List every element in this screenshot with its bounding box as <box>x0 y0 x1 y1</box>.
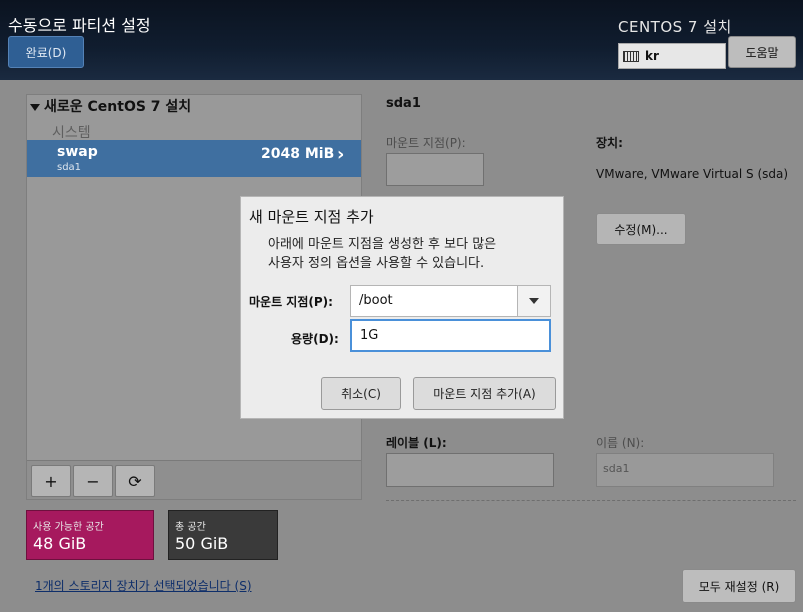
dialog-description: 아래에 마운트 지점을 생성한 후 보다 많은 사용자 정의 옵션을 사용할 수… <box>268 235 496 273</box>
mount-point-field[interactable] <box>386 153 484 186</box>
reset-all-button[interactable]: 모두 재설정 (R) <box>682 569 796 603</box>
label-field-label: 레이블 (L): <box>386 436 447 450</box>
install-title: CENTOS 7 설치 <box>618 18 732 36</box>
remove-mount-point-button[interactable]: − <box>73 465 113 497</box>
partition-title: sda1 <box>386 96 421 111</box>
dialog-mount-point-label: 마운트 지점(P): <box>249 295 333 309</box>
dialog-description-line: 사용자 정의 옵션을 사용할 수 있습니다. <box>268 256 485 271</box>
chevron-right-icon: › <box>337 144 345 165</box>
plus-icon: + <box>44 471 58 491</box>
dialog-description-line: 아래에 마운트 지점을 생성한 후 보다 많은 <box>268 237 497 252</box>
mount-point-combobox-value: /boot <box>359 293 393 308</box>
add-mount-point-dialog: 새 마운트 지점 추가 아래에 마운트 지점을 생성한 후 보다 많은 사용자 … <box>240 196 564 419</box>
add-mount-point-button[interactable]: + <box>31 465 71 497</box>
available-space-value: 48 GiB <box>33 534 87 553</box>
total-space-box: 총 공간 50 GiB <box>168 510 278 560</box>
keyboard-icon <box>623 50 639 62</box>
total-space-value: 50 GiB <box>175 534 229 553</box>
system-category-label: 시스템 <box>52 125 91 141</box>
chevron-down-icon <box>529 298 539 304</box>
keyboard-layout-label: kr <box>645 49 659 63</box>
page-title: 수동으로 파티션 설정 <box>8 16 151 35</box>
mount-point-combobox[interactable]: /boot <box>350 285 551 317</box>
add-mount-point-confirm-button[interactable]: 마운트 지점 추가(A) <box>413 377 556 410</box>
modify-device-button[interactable]: 수정(M)... <box>596 213 686 245</box>
combobox-dropdown-button[interactable] <box>517 286 550 316</box>
cancel-button[interactable]: 취소(C) <box>321 377 401 410</box>
dialog-title: 새 마운트 지점 추가 <box>249 208 374 226</box>
minus-icon: − <box>86 471 100 491</box>
mount-point-row-swap[interactable]: swap sda1 2048 MiB › <box>27 140 361 177</box>
name-field: sda1 <box>596 453 774 487</box>
available-space-label: 사용 가능한 공간 <box>33 522 104 533</box>
label-field[interactable] <box>386 453 554 487</box>
total-space-label: 총 공간 <box>175 522 206 533</box>
refresh-button[interactable]: ⟳ <box>115 465 155 497</box>
help-button[interactable]: 도움말 <box>728 36 796 68</box>
expand-triangle-icon <box>30 103 40 111</box>
device-heading: 장치: <box>596 136 623 150</box>
available-space-box: 사용 가능한 공간 48 GiB <box>26 510 154 560</box>
dialog-capacity-label: 용량(D): <box>291 332 339 346</box>
install-group-title: 새로운 CentOS 7 설치 <box>44 99 192 115</box>
name-field-label: 이름 (N): <box>596 436 645 450</box>
mount-point-size: 2048 MiB <box>261 146 335 162</box>
keyboard-layout-indicator[interactable]: kr <box>618 43 726 69</box>
done-button[interactable]: 완료(D) <box>8 36 84 68</box>
capacity-input[interactable]: 1G <box>350 319 551 352</box>
storage-devices-link[interactable]: 1개의 스토리지 장치가 선택되었습니다 (S) <box>35 577 252 594</box>
mount-point-device: sda1 <box>57 162 82 173</box>
mount-point-field-label: 마운트 지점(P): <box>386 136 466 150</box>
section-divider <box>386 500 796 501</box>
install-group-header[interactable]: 새로운 CentOS 7 설치 <box>30 96 191 116</box>
refresh-icon: ⟳ <box>128 471 142 491</box>
mount-point-name: swap <box>57 144 98 160</box>
device-value: VMware, VMware Virtual S (sda) <box>596 167 789 181</box>
